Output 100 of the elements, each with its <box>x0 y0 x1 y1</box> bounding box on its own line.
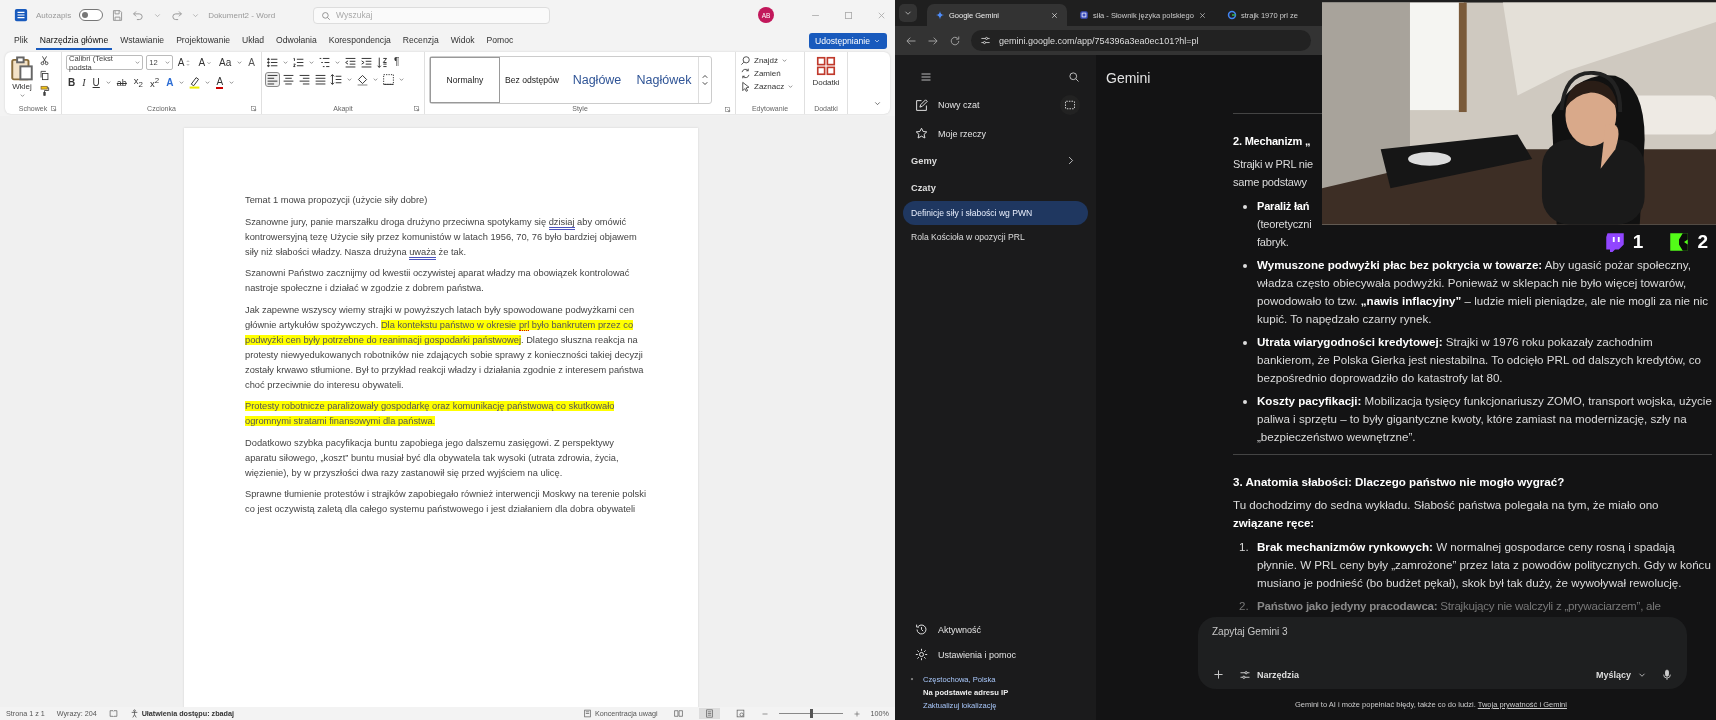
ribbon-tab[interactable]: Narzędzia główne <box>35 32 113 50</box>
save-icon[interactable] <box>111 8 125 22</box>
replace-button[interactable]: Zamień <box>740 68 800 79</box>
sidebar-item[interactable]: Aktywność <box>903 617 1088 642</box>
ribbon-tab[interactable]: Pomoc <box>482 32 518 50</box>
address-bar[interactable]: gemini.google.com/app/754396a3ea0ec101?hl=pl <box>971 30 1311 51</box>
borders-icon[interactable] <box>382 73 395 86</box>
dialog-launcher-icon[interactable] <box>50 105 57 112</box>
focus-icon <box>582 709 592 718</box>
gems-heading[interactable]: Gemy <box>911 155 937 166</box>
autosave-toggle[interactable] <box>79 9 104 21</box>
ribbon-tab[interactable]: Korespondencja <box>324 32 395 50</box>
multilevel-list-icon[interactable] <box>318 55 331 69</box>
new-chat-button[interactable]: Nowy czat <box>903 89 1088 121</box>
scissors-icon[interactable] <box>39 55 50 66</box>
style-option[interactable]: Bez odstępów <box>500 57 564 103</box>
sidebar-item[interactable]: Moje rzeczy <box>903 121 1088 146</box>
chat-item[interactable]: Definicje siły i słabości wg PWN <box>903 201 1088 225</box>
add-ins-button[interactable]: Dodatki <box>809 55 843 103</box>
print-layout-icon[interactable] <box>698 708 720 719</box>
caret-icon[interactable] <box>346 76 353 83</box>
font-color-button[interactable]: A <box>214 76 226 90</box>
pilcrow-button[interactable]: ¶ <box>392 55 402 69</box>
share-button[interactable]: Udostępnianie <box>809 33 887 49</box>
caret-icon[interactable] <box>228 79 236 87</box>
tools-button[interactable]: Narzędzia <box>1239 668 1300 681</box>
align-left-icon[interactable] <box>266 73 279 86</box>
prompt-field[interactable]: Zapytaj Gemini 3 Narzędzia Myślący <box>1198 617 1687 689</box>
text-effects-button[interactable]: A <box>164 75 176 90</box>
caret-icon[interactable] <box>334 58 341 66</box>
select-button[interactable]: Zaznacz <box>740 81 800 92</box>
paste-button[interactable]: Wklej <box>9 55 35 103</box>
sidebar-item[interactable]: Ustawienia i pomoc <box>903 642 1088 667</box>
numbered-list-icon[interactable] <box>292 55 305 69</box>
reload-icon[interactable] <box>949 34 961 47</box>
style-option[interactable]: Normalny <box>430 57 500 103</box>
bullet-list-icon[interactable] <box>266 55 279 69</box>
zoom-thumb[interactable] <box>809 709 813 718</box>
ribbon-tab[interactable]: Widok <box>446 32 479 50</box>
close-icon[interactable] <box>1197 10 1207 20</box>
dialog-launcher-icon[interactable] <box>413 105 420 112</box>
proofing-icon[interactable] <box>108 709 118 718</box>
redo-icon[interactable] <box>170 8 184 22</box>
tab-search-button[interactable] <box>899 4 917 22</box>
caret-icon[interactable] <box>282 58 289 66</box>
maximize-icon[interactable] <box>843 9 854 21</box>
grow-font-button[interactable]: A <box>175 55 194 70</box>
clear-formatting-button[interactable]: A <box>246 55 257 70</box>
dialog-launcher-icon[interactable] <box>250 105 257 112</box>
increase-indent-icon[interactable] <box>360 55 373 69</box>
collapse-ribbon-icon[interactable] <box>873 99 882 108</box>
justify-icon[interactable] <box>314 73 327 86</box>
caret-icon[interactable] <box>398 76 405 83</box>
underline-button[interactable]: U <box>90 75 102 90</box>
chat-item[interactable]: Rola Kościoła w opozycji PRL <box>903 225 1088 249</box>
strikethrough-button[interactable]: ab <box>114 75 129 90</box>
ribbon-tab[interactable]: Projektowanie <box>172 32 235 50</box>
caret-icon[interactable] <box>178 79 186 87</box>
caret-icon[interactable] <box>372 76 379 83</box>
brush-icon[interactable] <box>39 85 50 96</box>
temporary-chat-button[interactable] <box>1060 95 1080 115</box>
shading-icon[interactable] <box>356 73 369 86</box>
site-settings-icon[interactable] <box>980 35 991 46</box>
search-field[interactable]: Wyszukaj <box>313 6 550 24</box>
caret-icon[interactable] <box>104 79 112 87</box>
shrink-font-button[interactable]: A <box>196 55 215 70</box>
dialog-launcher-icon[interactable] <box>724 106 731 113</box>
back-icon[interactable] <box>905 34 917 47</box>
microphone-icon[interactable] <box>1661 668 1673 681</box>
find-button[interactable]: Znajdź <box>740 55 800 66</box>
ribbon-tab[interactable]: Plik <box>10 32 32 50</box>
caret-icon[interactable] <box>308 58 315 66</box>
superscript-button[interactable]: x$^{2}$ <box>148 74 162 92</box>
forward-icon[interactable] <box>927 34 939 47</box>
undo-icon[interactable] <box>132 8 146 22</box>
sort-icon[interactable] <box>376 55 389 69</box>
align-center-icon[interactable] <box>282 73 295 86</box>
change-case-button[interactable]: Aa <box>217 55 234 70</box>
highlighter-icon[interactable] <box>188 76 202 90</box>
italic-button[interactable]: I <box>80 75 88 90</box>
align-right-icon[interactable] <box>298 73 311 86</box>
caret-icon[interactable] <box>236 59 244 66</box>
ribbon-tab[interactable]: Układ <box>238 32 269 50</box>
ribbon-tab[interactable]: Odwołania <box>272 32 321 50</box>
style-option[interactable]: Nagłówe <box>564 57 630 103</box>
gallery-scroll-icon[interactable] <box>699 74 711 86</box>
ribbon-tab[interactable]: Wstawianie <box>116 32 169 50</box>
menu-icon[interactable] <box>920 71 932 83</box>
copy-icon[interactable] <box>39 70 50 81</box>
ribbon-tab[interactable]: Recenzja <box>398 32 443 50</box>
subscript-button[interactable]: x$_{2}$ <box>131 74 145 92</box>
line-spacing-icon[interactable] <box>330 73 343 86</box>
search-icon[interactable] <box>1068 71 1080 83</box>
search-icon <box>321 10 331 21</box>
style-option[interactable]: Nagłówek <box>630 57 698 103</box>
close-icon[interactable] <box>1050 10 1059 20</box>
mode-dropdown[interactable]: Myślący <box>1595 669 1647 680</box>
bold-button[interactable]: B <box>66 75 78 90</box>
caret-icon[interactable] <box>204 79 212 87</box>
decrease-indent-icon[interactable] <box>344 55 357 69</box>
